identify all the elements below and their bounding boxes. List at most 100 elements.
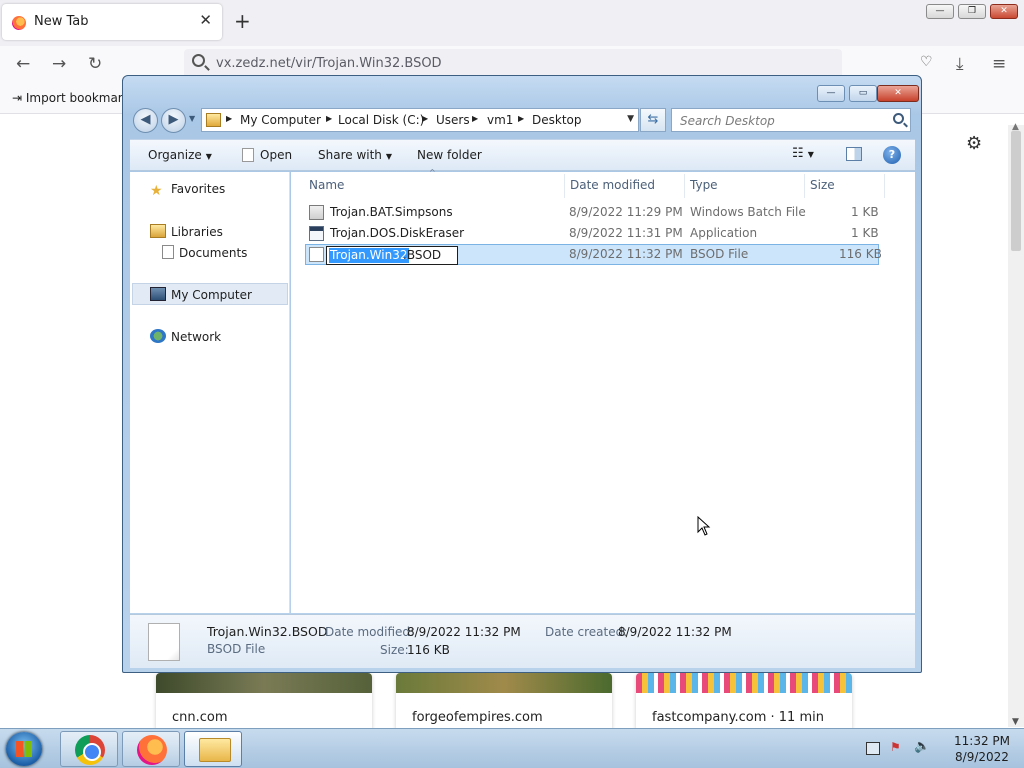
file-type: BSOD File <box>690 247 749 261</box>
file-type: Windows Batch File <box>690 205 806 219</box>
nav-label: My Computer <box>171 288 252 302</box>
nav-item-my-computer[interactable]: My Computer <box>132 283 288 305</box>
start-button[interactable] <box>6 732 42 766</box>
file-row[interactable]: Trojan.DOS.DiskEraser 8/9/2022 11:31 PM … <box>305 223 879 244</box>
volume-icon[interactable]: 🔈 <box>914 739 930 754</box>
page-scrollbar[interactable]: ▲ ▼ <box>1008 122 1024 727</box>
column-header-type[interactable]: Type <box>690 178 718 192</box>
recent-pages-dropdown-icon[interactable]: ▼ <box>189 114 195 123</box>
organize-button[interactable]: Organize ▼ <box>148 148 212 162</box>
breadcrumb-separator-icon[interactable]: ▶ <box>472 114 478 123</box>
forward-button[interactable]: ▶ <box>161 108 186 133</box>
scrollbar-thumb[interactable] <box>1011 131 1021 251</box>
address-bar[interactable]: ▶ My Computer ▶ Local Disk (C:) ▶ Users … <box>201 108 639 132</box>
breadcrumb-vm1[interactable]: vm1 <box>487 113 513 127</box>
address-dropdown-icon[interactable]: ▼ <box>627 114 634 124</box>
tab-close-icon[interactable]: ✕ <box>199 11 212 29</box>
nav-label: Favorites <box>171 182 226 196</box>
breadcrumb-separator-icon[interactable]: ▶ <box>326 114 332 123</box>
gear-icon[interactable]: ⚙ <box>966 133 982 154</box>
tile-label: forgeofempires.com <box>412 710 543 725</box>
refresh-button[interactable]: ⇆ <box>640 108 666 132</box>
clock-time: 11:32 PM <box>954 734 1010 748</box>
help-icon[interactable]: ? <box>883 146 901 164</box>
view-options-icon[interactable]: ☷ ▼ <box>792 146 814 161</box>
firefox-icon <box>12 16 26 30</box>
details-size-label: Size: <box>380 643 409 657</box>
browser-maximize-button[interactable]: ❐ <box>958 4 986 19</box>
explorer-minimize-button[interactable]: — <box>817 85 845 102</box>
column-divider[interactable] <box>884 174 885 198</box>
clock[interactable]: 11:32 PM 8/9/2022 <box>954 733 1010 765</box>
nav-item-libraries[interactable]: Libraries <box>150 224 223 239</box>
rename-extension-text: .BSOD <box>403 248 442 262</box>
file-icon <box>242 148 254 162</box>
back-button[interactable]: ◀ <box>133 108 158 133</box>
file-date: 8/9/2022 11:29 PM <box>569 205 683 219</box>
rename-input[interactable]: Trojan.Win32 .BSOD <box>326 246 458 265</box>
action-center-flag-icon[interactable]: ⚑ <box>890 740 904 754</box>
top-site-tile[interactable]: fastcompany.com · 11 min <box>636 673 852 731</box>
nav-label: Documents <box>179 246 248 260</box>
forward-arrow-icon[interactable]: → <box>52 54 66 74</box>
column-header-size[interactable]: Size <box>810 178 835 192</box>
navigation-pane: ★ Favorites Libraries Documents My Comput… <box>130 172 290 613</box>
nav-item-favorites[interactable]: ★ Favorites <box>150 182 226 199</box>
file-row-selected[interactable]: Trojan.Win32 .BSOD 8/9/2022 11:32 PM BSO… <box>305 244 882 265</box>
file-large-icon <box>148 623 180 661</box>
menu-icon[interactable]: ≡ <box>992 54 1006 74</box>
explorer-maximize-button[interactable]: ▭ <box>849 85 877 102</box>
breadcrumb-separator-icon[interactable]: ▶ <box>518 114 524 123</box>
breadcrumb-local-disk[interactable]: Local Disk (C:) <box>338 113 424 127</box>
taskbar-chrome[interactable] <box>60 731 118 767</box>
browser-close-button[interactable]: ✕ <box>990 4 1018 19</box>
chevron-down-icon: ▼ <box>205 152 212 161</box>
search-input[interactable]: Search Desktop <box>671 108 911 132</box>
column-divider[interactable] <box>684 174 685 198</box>
share-with-button[interactable]: Share with ▼ <box>318 148 392 162</box>
explorer-close-button[interactable]: ✕ <box>877 85 919 102</box>
library-icon <box>150 224 166 238</box>
column-divider[interactable] <box>564 174 565 198</box>
browser-minimize-button[interactable]: — <box>926 4 954 19</box>
breadcrumb-users[interactable]: Users <box>436 113 470 127</box>
top-site-tile[interactable]: forgeofempires.com <box>396 673 612 731</box>
file-row[interactable]: Trojan.BAT.Simpsons 8/9/2022 11:29 PM Wi… <box>305 202 879 223</box>
breadcrumb-my-computer[interactable]: My Computer <box>240 113 321 127</box>
browser-tab-strip: New Tab ✕ + — ❐ ✕ <box>0 0 1024 46</box>
desktop: New Tab ✕ + — ❐ ✕ ← → ↻ vx.zedz.net/vir/… <box>0 0 1024 768</box>
file-date: 8/9/2022 11:32 PM <box>569 247 683 261</box>
breadcrumb-desktop[interactable]: Desktop <box>532 113 582 127</box>
taskbar-firefox[interactable] <box>122 731 180 767</box>
network-tray-icon[interactable] <box>866 742 880 755</box>
reload-icon[interactable]: ↻ <box>88 54 102 74</box>
file-type: Application <box>690 226 758 240</box>
column-divider[interactable] <box>804 174 805 198</box>
rename-selected-text: Trojan.Win32 <box>329 248 409 263</box>
url-text: vx.zedz.net/vir/Trojan.Win32.BSOD <box>216 56 442 71</box>
nav-item-documents[interactable]: Documents <box>162 245 247 260</box>
new-tab-button[interactable]: + <box>234 9 251 33</box>
file-date: 8/9/2022 11:31 PM <box>569 226 683 240</box>
nav-item-network[interactable]: Network <box>150 329 221 344</box>
details-filetype: BSOD File <box>207 642 266 656</box>
top-site-tile[interactable]: cnn.com <box>156 673 372 731</box>
column-header-date-modified[interactable]: Date modified <box>570 178 655 192</box>
taskbar-explorer[interactable] <box>184 731 242 767</box>
chrome-icon <box>75 735 105 765</box>
scroll-down-icon[interactable]: ▼ <box>1012 717 1019 727</box>
breadcrumb-separator-icon[interactable]: ▶ <box>422 114 428 123</box>
column-header-name[interactable]: Name <box>309 178 344 192</box>
preview-pane-icon[interactable] <box>846 147 862 161</box>
breadcrumb-separator-icon[interactable]: ▶ <box>226 114 232 123</box>
pocket-icon[interactable]: ♡ <box>920 54 933 70</box>
browser-tab[interactable]: New Tab ✕ <box>2 4 222 40</box>
downloads-icon[interactable]: ⤓ <box>956 54 964 74</box>
back-arrow-icon[interactable]: ← <box>16 54 30 74</box>
share-with-label: Share with <box>318 148 382 162</box>
open-button[interactable]: Open <box>242 148 292 162</box>
open-label: Open <box>260 148 293 162</box>
tile-thumbnail <box>156 673 372 693</box>
nav-label: Network <box>171 330 222 344</box>
new-folder-button[interactable]: New folder <box>417 148 482 162</box>
